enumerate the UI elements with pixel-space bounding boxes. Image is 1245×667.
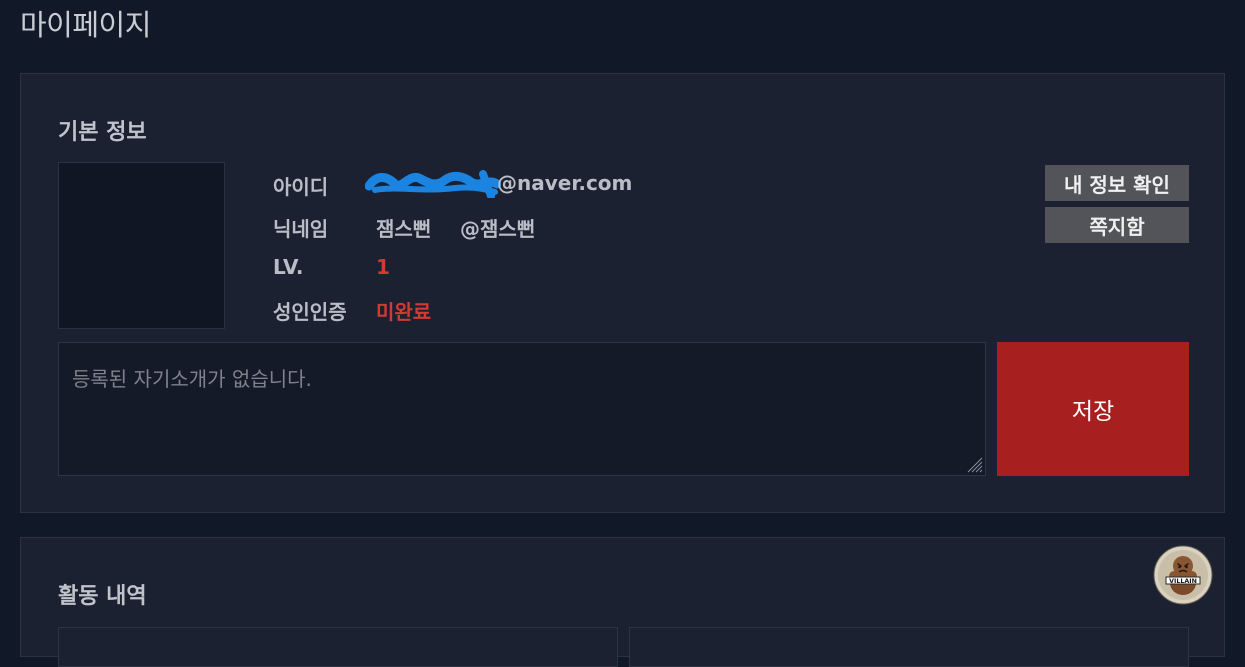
my-info-button[interactable]: 내 정보 확인 — [1045, 165, 1189, 201]
activity-title: 활동 내역 — [58, 584, 147, 609]
id-email-suffix: @naver.com — [497, 171, 633, 195]
villain-mascot-icon[interactable]: VILLAIN — [1153, 545, 1213, 605]
resize-grip-icon[interactable] — [965, 455, 983, 473]
self-intro-placeholder: 등록된 자기소개가 없습니다. — [72, 367, 312, 391]
basic-info-card: 기본 정보 아이디 @naver.com 닉네임 잼스뻔 @잼스뻔 LV. 1 … — [20, 73, 1225, 513]
basic-info-title: 기본 정보 — [58, 120, 147, 145]
activity-panel-right — [629, 627, 1189, 667]
mascot-text: VILLAIN — [1169, 578, 1197, 585]
nickname-label: 닉네임 — [273, 217, 329, 241]
nickname-handle: @잼스뻔 — [460, 217, 536, 241]
adult-verification-label: 성인인증 — [273, 300, 347, 324]
message-box-button[interactable]: 쪽지함 — [1045, 207, 1189, 243]
level-label: LV. — [273, 255, 304, 279]
save-button[interactable]: 저장 — [997, 342, 1189, 476]
profile-image[interactable] — [58, 162, 225, 329]
nickname-value: 잼스뻔 — [376, 217, 432, 241]
level-value: 1 — [376, 255, 390, 279]
redaction-scribble — [365, 170, 501, 198]
page-title: 마이페이지 — [20, 8, 151, 42]
self-intro-textarea[interactable]: 등록된 자기소개가 없습니다. — [58, 342, 986, 476]
activity-panel-left — [58, 627, 618, 667]
activity-card: 활동 내역 — [20, 537, 1225, 667]
adult-verification-status: 미완료 — [376, 300, 432, 324]
id-label: 아이디 — [273, 175, 329, 199]
